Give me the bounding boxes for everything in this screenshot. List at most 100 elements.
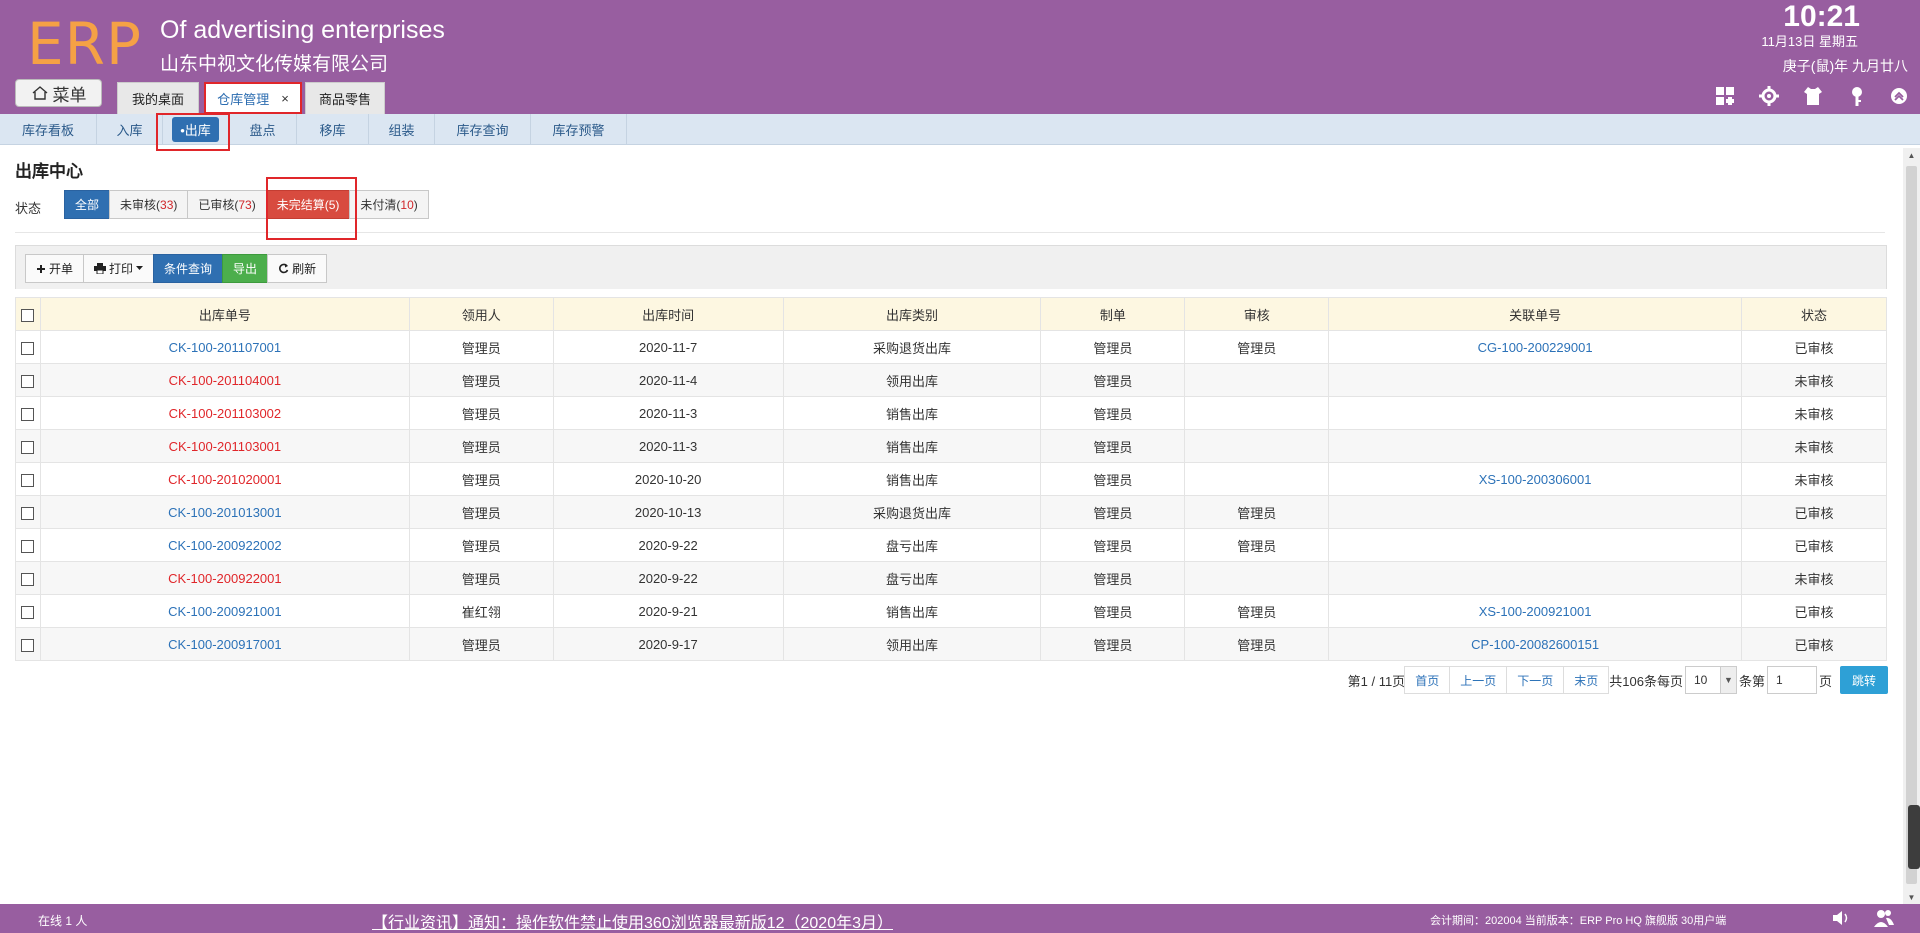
cell-ref-no[interactable] <box>1328 396 1742 430</box>
users-icon[interactable] <box>1873 908 1895 928</box>
ref-no-link[interactable]: XS-100-200306001 <box>1479 472 1592 487</box>
ref-no-link[interactable]: CG-100-200229001 <box>1478 340 1593 355</box>
table-row[interactable]: CK-100-201107001 管理员 2020-11-7 采购退货出库 管理员 管理员… <box>15 330 1887 364</box>
key-icon[interactable] <box>1846 85 1868 107</box>
cell-ref-no[interactable] <box>1328 528 1742 562</box>
cell-order-no[interactable]: CK-100-200917001 <box>39 627 410 661</box>
subnav-inventory-board[interactable]: 库存看板 <box>0 114 97 145</box>
grid-icon[interactable] <box>1714 85 1736 107</box>
scroll-up-icon[interactable]: ▲ <box>1903 148 1920 162</box>
subnav-outbound[interactable]: •出库 <box>163 114 229 145</box>
order-no-link[interactable]: CK-100-200917001 <box>168 637 281 652</box>
cell-order-no[interactable]: CK-100-200921001 <box>39 594 410 628</box>
cell-ref-no[interactable]: XS-100-200921001 <box>1328 594 1742 628</box>
order-no-link[interactable]: CK-100-201013001 <box>168 505 281 520</box>
cell-order-no[interactable]: CK-100-201104001 <box>39 363 410 397</box>
ref-no-link[interactable]: XS-100-200921001 <box>1479 604 1592 619</box>
table-row[interactable]: CK-100-201104001 管理员 2020-11-4 领用出库 管理员 未审核 <box>15 363 1887 397</box>
row-checkbox[interactable] <box>15 429 41 463</box>
close-icon[interactable]: × <box>281 91 289 106</box>
order-no-link[interactable]: CK-100-200922002 <box>168 538 281 553</box>
goto-page-button[interactable]: 跳转 <box>1839 666 1888 694</box>
subnav-inbound[interactable]: 入库 <box>97 114 163 145</box>
subnav-stocktake[interactable]: 盘点 <box>229 114 297 145</box>
cell-ref-no[interactable] <box>1328 495 1742 529</box>
table-row[interactable]: CK-100-200922001 管理员 2020-9-22 盘亏出库 管理员 未审核 <box>15 561 1887 595</box>
cell-order-no[interactable]: CK-100-201103002 <box>39 396 410 430</box>
status-filter-audited[interactable]: 已审核(73) <box>187 190 267 219</box>
status-filter-all[interactable]: 全部 <box>64 190 111 219</box>
cell-order-no[interactable]: CK-100-201103001 <box>39 429 410 463</box>
col-header-ref-no[interactable]: 关联单号 <box>1328 297 1742 331</box>
subnav-stock-query[interactable]: 库存查询 <box>435 114 531 145</box>
col-header-auditor[interactable]: 审核 <box>1184 297 1330 331</box>
cell-ref-no[interactable]: CP-100-20082600151 <box>1328 627 1742 661</box>
vertical-scrollbar[interactable]: ▲ ▼ <box>1903 148 1920 904</box>
scroll-down-icon[interactable]: ▼ <box>1903 890 1920 904</box>
tab-warehouse[interactable]: 仓库管理 × <box>205 82 301 114</box>
new-order-button[interactable]: 开单 <box>25 254 85 283</box>
col-header-order-no[interactable]: 出库单号 <box>39 297 410 331</box>
condition-query-button[interactable]: 条件查询 <box>153 254 224 283</box>
refresh-button[interactable]: 刷新 <box>267 254 328 283</box>
row-checkbox[interactable] <box>15 594 41 628</box>
cell-ref-no[interactable] <box>1328 363 1742 397</box>
row-checkbox[interactable] <box>15 561 41 595</box>
table-row[interactable]: CK-100-201103002 管理员 2020-11-3 销售出库 管理员 未审核 <box>15 396 1887 430</box>
cell-ref-no[interactable]: CG-100-200229001 <box>1328 330 1742 364</box>
row-checkbox[interactable] <box>15 462 41 496</box>
row-checkbox[interactable] <box>15 528 41 562</box>
next-page-button[interactable]: 下一页 <box>1506 666 1565 694</box>
status-filter-unaudited[interactable]: 未审核(33) <box>109 190 189 219</box>
print-button[interactable]: 打印 <box>83 254 155 283</box>
row-checkbox[interactable] <box>15 627 41 661</box>
col-header-recipient[interactable]: 领用人 <box>408 297 554 331</box>
per-page-select[interactable]: 10 ▼ <box>1684 666 1737 694</box>
cell-order-no[interactable]: CK-100-201107001 <box>39 330 410 364</box>
goto-page-input[interactable]: 1 <box>1766 666 1817 694</box>
subnav-assembly[interactable]: 组装 <box>369 114 435 145</box>
last-page-button[interactable]: 末页 <box>1563 666 1610 694</box>
collapse-icon[interactable] <box>1888 85 1910 107</box>
cell-ref-no[interactable]: XS-100-200306001 <box>1328 462 1742 496</box>
prev-page-button[interactable]: 上一页 <box>1449 666 1508 694</box>
tab-retail[interactable]: 商品零售 <box>305 82 385 114</box>
shirt-icon[interactable] <box>1802 85 1824 107</box>
cell-ref-no[interactable] <box>1328 561 1742 595</box>
status-filter-unsettled[interactable]: 未完结算(5) <box>265 190 351 219</box>
col-header-date[interactable]: 出库时间 <box>552 297 784 331</box>
table-row[interactable]: CK-100-201103001 管理员 2020-11-3 销售出库 管理员 未审核 <box>15 429 1887 463</box>
order-no-link[interactable]: CK-100-201103001 <box>169 439 282 454</box>
select-all-checkbox[interactable] <box>15 297 41 331</box>
side-panel-handle[interactable] <box>1908 805 1920 869</box>
subnav-transfer[interactable]: 移库 <box>297 114 369 145</box>
subnav-stock-alert[interactable]: 库存预警 <box>531 114 627 145</box>
cell-order-no[interactable]: CK-100-200922001 <box>39 561 410 595</box>
cell-ref-no[interactable] <box>1328 429 1742 463</box>
table-row[interactable]: CK-100-201013001 管理员 2020-10-13 采购退货出库 管理员 管理… <box>15 495 1887 529</box>
export-button[interactable]: 导出 <box>222 254 269 283</box>
ref-no-link[interactable]: CP-100-20082600151 <box>1471 637 1599 652</box>
first-page-button[interactable]: 首页 <box>1404 666 1451 694</box>
row-checkbox[interactable] <box>15 396 41 430</box>
tab-my-desktop[interactable]: 我的桌面 <box>117 82 199 114</box>
col-header-type[interactable]: 出库类别 <box>782 297 1042 331</box>
col-header-maker[interactable]: 制单 <box>1040 297 1186 331</box>
cell-order-no[interactable]: CK-100-200922002 <box>39 528 410 562</box>
order-no-link[interactable]: CK-100-200922001 <box>168 571 281 586</box>
main-menu-button[interactable]: 菜单 <box>15 79 102 107</box>
scroll-thumb[interactable] <box>1906 166 1917 884</box>
row-checkbox[interactable] <box>15 495 41 529</box>
order-no-link[interactable]: CK-100-200921001 <box>168 604 281 619</box>
order-no-link[interactable]: CK-100-201107001 <box>169 340 282 355</box>
col-header-status[interactable]: 状态 <box>1741 297 1887 331</box>
order-no-link[interactable]: CK-100-201020001 <box>168 472 281 487</box>
notice-link[interactable]: 【行业资讯】通知：操作软件禁止使用360浏览器最新版12（2020年3月） <box>372 909 893 933</box>
table-row[interactable]: CK-100-200922002 管理员 2020-9-22 盘亏出库 管理员 管理员 已审… <box>15 528 1887 562</box>
order-no-link[interactable]: CK-100-201103002 <box>169 406 282 421</box>
gear-icon[interactable] <box>1758 85 1780 107</box>
table-row[interactable]: CK-100-200921001 崔红翎 2020-9-21 销售出库 管理员 管理员 XS… <box>15 594 1887 628</box>
table-row[interactable]: CK-100-201020001 管理员 2020-10-20 销售出库 管理员 XS-1… <box>15 462 1887 496</box>
status-filter-unpaid[interactable]: 未付清(10) <box>349 190 429 219</box>
table-row[interactable]: CK-100-200917001 管理员 2020-9-17 领用出库 管理员 管理员 CP… <box>15 627 1887 661</box>
